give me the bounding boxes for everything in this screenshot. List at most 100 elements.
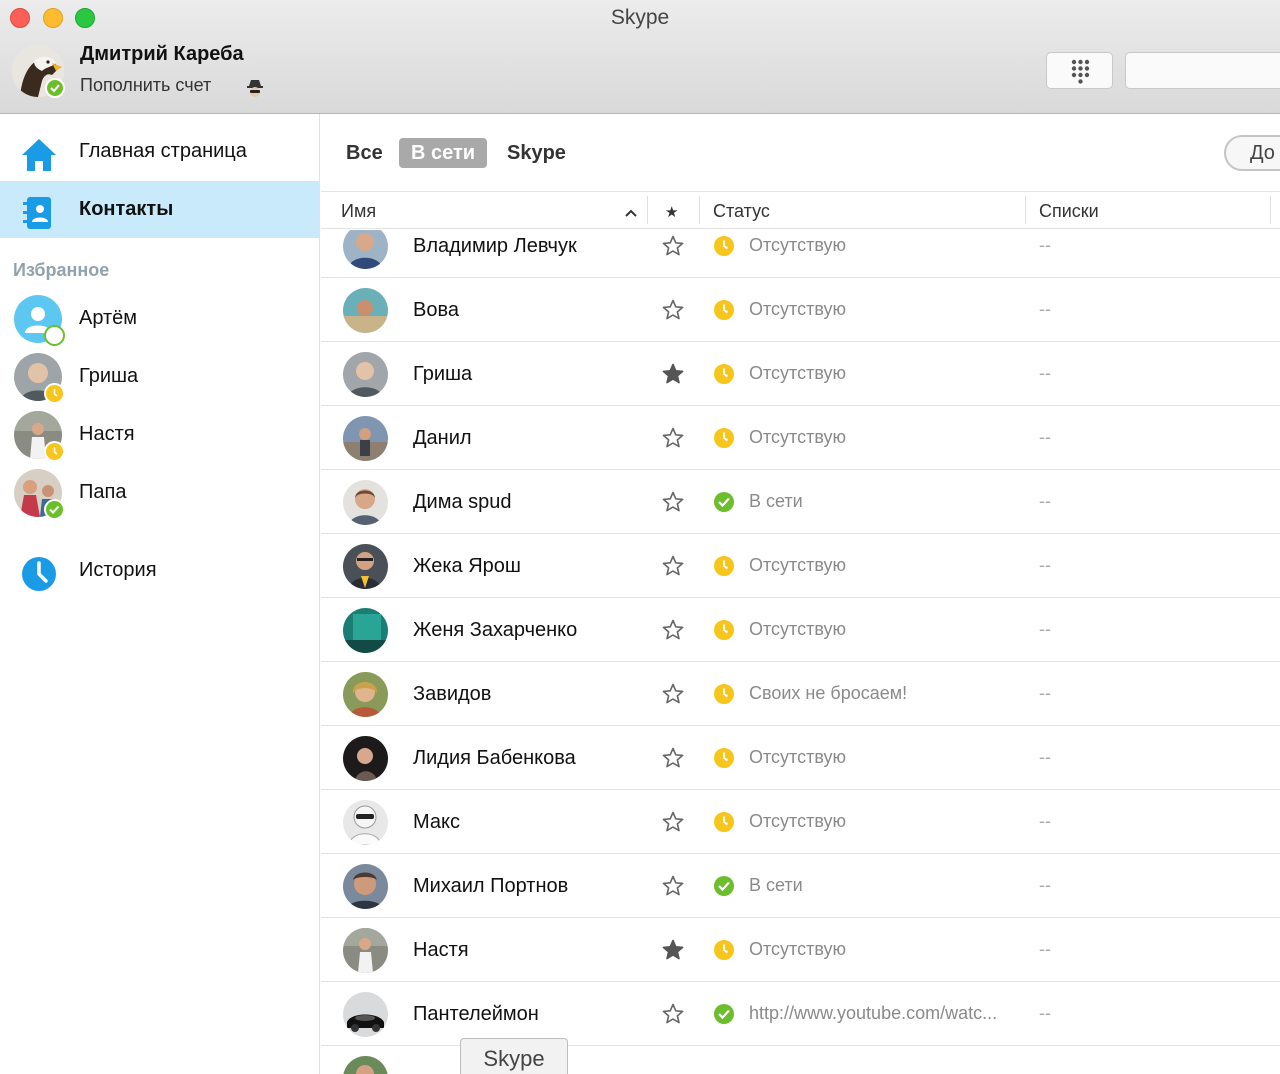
sidebar-item-history[interactable]: История	[0, 542, 320, 599]
lists-value: --	[1039, 939, 1051, 959]
table-row[interactable]: Вова Отсутствую --	[321, 278, 1280, 342]
status-text: Отсутствую	[749, 299, 846, 319]
table-row[interactable]: Гриша Отсутствую --	[321, 342, 1280, 406]
status-away-icon	[714, 748, 734, 768]
contact-name: Вова	[413, 299, 459, 321]
status-text: Отсутствую	[749, 939, 846, 959]
contact-name: Макс	[413, 811, 460, 833]
table-row[interactable]: Данил Отсутствую --	[321, 406, 1280, 470]
table-row[interactable]: Настя Отсутствую --	[321, 918, 1280, 982]
title-bar: Skype Дмитрий Кареба Пополнить счет	[0, 0, 1280, 114]
sidebar-item-home[interactable]: Главная страница	[0, 123, 320, 180]
status-away-icon	[714, 364, 734, 384]
add-credit-link[interactable]: Пополнить счет	[80, 75, 211, 96]
lists-value: --	[1039, 683, 1051, 703]
dialpad-icon	[1071, 59, 1090, 84]
window-title: Skype	[610, 6, 670, 29]
contact-name: Данил	[413, 427, 472, 449]
star-outline-icon[interactable]	[661, 874, 685, 898]
star-outline-icon[interactable]	[661, 618, 685, 642]
lists-value: --	[1039, 811, 1051, 831]
filter-online[interactable]: В сети	[399, 138, 488, 168]
avatar	[343, 864, 388, 909]
filter-skype[interactable]: Skype	[507, 138, 566, 168]
favorite-item[interactable]: Настя	[0, 411, 320, 467]
dialpad-button[interactable]	[1046, 52, 1113, 89]
table-row[interactable]: Лидия Бабенкова Отсутствую --	[321, 726, 1280, 790]
status-text: Отсутствую	[749, 811, 846, 831]
contact-name: Жека Ярош	[413, 555, 521, 577]
search-input[interactable]	[1125, 52, 1280, 89]
star-outline-icon[interactable]	[661, 1002, 685, 1026]
sidebar-item-label: Контакты	[79, 198, 174, 220]
star-filled-icon[interactable]	[661, 362, 685, 386]
column-header-lists[interactable]: Списки	[1039, 201, 1099, 222]
star-outline-icon[interactable]	[661, 234, 685, 258]
lists-value: --	[1039, 491, 1051, 511]
favorite-name: Папа	[79, 481, 127, 503]
sort-ascending-icon[interactable]	[624, 205, 638, 223]
status-text: В сети	[749, 875, 803, 895]
status-away-icon	[714, 236, 734, 256]
tooltip: Skype	[460, 1038, 568, 1074]
sidebar: Главная страница Контакты Избранное Артё…	[0, 114, 320, 1074]
lists-value: --	[1039, 299, 1051, 319]
table-row[interactable]: Завидов Своих не бросаем! --	[321, 662, 1280, 726]
avatar	[343, 992, 388, 1037]
favorites-header: Избранное	[13, 260, 110, 280]
column-divider	[647, 196, 648, 224]
favorite-item[interactable]: Папа	[0, 469, 320, 525]
contacts-icon	[20, 194, 58, 232]
contacts-panel: Все В сети Skype До Имя ★ Статус Списки …	[321, 114, 1280, 1074]
column-header-status[interactable]: Статус	[713, 201, 770, 222]
favorite-name: Настя	[79, 423, 135, 445]
table-row[interactable]: Дима spud В сети --	[321, 470, 1280, 534]
status-text: Отсутствую	[749, 555, 846, 575]
status-text: Отсутствую	[749, 235, 846, 255]
status-text: Отсутствую	[749, 363, 846, 383]
contact-name: Завидов	[413, 683, 492, 705]
star-outline-icon[interactable]	[661, 298, 685, 322]
table-row[interactable]: Пантелеймон http://www.youtube.com/watc.…	[321, 982, 1280, 1046]
avatar	[343, 288, 388, 333]
star-outline-icon[interactable]	[661, 490, 685, 514]
table-row[interactable]: Владимир Левчук Отсутствую --	[321, 230, 1280, 278]
add-contact-button[interactable]: До	[1224, 135, 1280, 171]
status-online-icon	[714, 492, 734, 512]
lists-value: --	[1039, 427, 1051, 447]
sidebar-item-contacts[interactable]: Контакты	[0, 181, 320, 238]
status-away-icon	[714, 812, 734, 832]
star-outline-icon[interactable]	[661, 810, 685, 834]
star-outline-icon[interactable]	[661, 746, 685, 770]
status-text: Своих не бросаем!	[749, 683, 908, 703]
clock-icon	[20, 555, 58, 593]
star-outline-icon[interactable]	[661, 554, 685, 578]
star-outline-icon[interactable]	[661, 682, 685, 706]
sidebar-item-label: Главная страница	[79, 140, 247, 162]
lists-value: --	[1039, 363, 1051, 383]
star-outline-icon[interactable]	[661, 426, 685, 450]
contact-name: Михаил Портнов	[413, 875, 569, 897]
status-online-icon	[714, 1004, 734, 1024]
profile-name[interactable]: Дмитрий Кареба	[80, 43, 244, 66]
contact-name: Дима spud	[413, 491, 512, 513]
table-row[interactable]: Женя Захарченко Отсутствую --	[321, 598, 1280, 662]
favorite-item[interactable]: Артём	[0, 295, 320, 351]
contact-name: Настя	[413, 939, 469, 961]
status-away-icon	[44, 441, 65, 462]
star-filled-icon[interactable]	[661, 938, 685, 962]
profile-status-online-icon	[45, 78, 65, 98]
avatar	[343, 672, 388, 717]
column-divider	[1270, 196, 1271, 224]
column-header-favorite[interactable]: ★	[665, 203, 678, 221]
table-row[interactable]: Макс Отсутствую --	[321, 790, 1280, 854]
favorite-name: Гриша	[79, 365, 139, 387]
favorite-item[interactable]: Гриша	[0, 353, 320, 409]
status-text: Отсутствую	[749, 427, 846, 447]
column-header-name[interactable]: Имя	[341, 201, 376, 222]
lists-value: --	[1039, 1003, 1051, 1023]
status-away-icon	[44, 383, 65, 404]
filter-all[interactable]: Все	[346, 138, 383, 168]
table-row[interactable]: Михаил Портнов В сети --	[321, 854, 1280, 918]
table-row[interactable]: Жека Ярош Отсутствую --	[321, 534, 1280, 598]
